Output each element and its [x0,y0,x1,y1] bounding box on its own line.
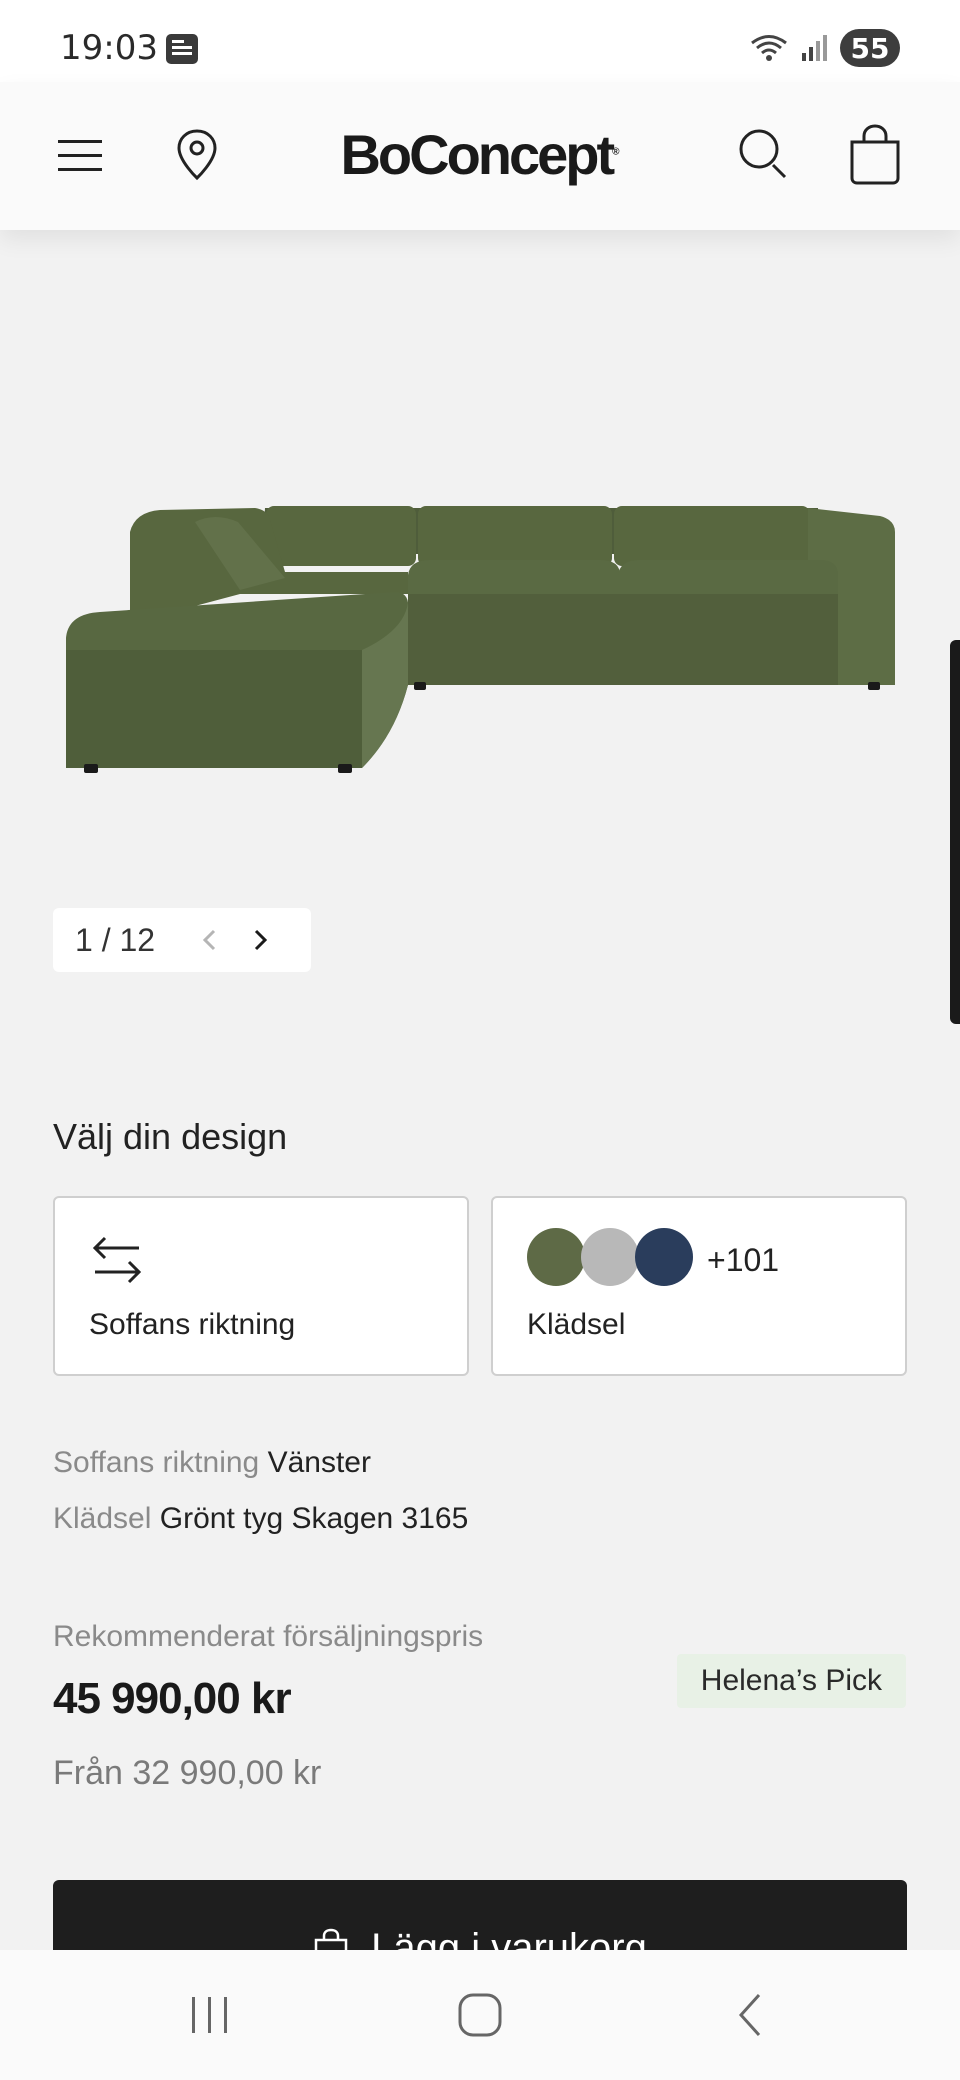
recent-apps-icon [192,1997,227,2033]
status-indicators: 55 [750,28,900,68]
gallery-counter: 1 / 12 [75,921,156,958]
direction-option-label: Soffans riktning [89,1308,296,1341]
gallery-prev-button[interactable] [185,915,235,965]
upholstery-option-card[interactable]: +101 Klädsel [491,1196,907,1376]
status-time: 19:03 [60,28,158,68]
spec-direction: Soffans riktning Vänster [53,1446,371,1480]
direction-option-card[interactable]: Soffans riktning [53,1196,469,1376]
recent-apps-button[interactable] [170,1980,250,2050]
product-image[interactable] [0,230,960,850]
chevron-right-icon [254,929,268,951]
site-header: BoConcept® [0,82,960,230]
corner-sofa-image [66,506,895,773]
spec-value: Vänster [267,1446,371,1479]
price-label: Rekommenderat försäljningspris [53,1620,484,1653]
registered-mark: ® [612,146,620,158]
signal-icon [802,35,827,61]
battery-indicator: 55 [840,29,900,67]
arrows-left-right-icon [92,1236,142,1284]
fabric-swatch-blue [635,1228,693,1286]
back-icon [738,1993,761,2037]
search-button[interactable] [730,120,800,190]
home-button[interactable] [440,1980,520,2050]
brand-logo[interactable]: BoConcept® [0,122,960,187]
gallery-pager: 1 / 12 [53,908,311,972]
spec-key: Klädsel [53,1502,152,1535]
spec-key: Soffans riktning [53,1446,260,1479]
status-bar: 19:03 55 [0,0,960,82]
more-swatches-count: +101 [707,1242,780,1278]
cart-header-button[interactable] [840,120,910,190]
price-from: Från 32 990,00 kr [53,1754,322,1792]
design-section-title: Välj din design [53,1116,288,1157]
notification-app-icon [166,34,198,64]
scroll-indicator[interactable] [950,640,960,1024]
shopping-bag-icon [850,124,900,185]
gallery-next-button[interactable] [235,915,285,965]
picks-badge: Helena’s Pick [676,1654,906,1708]
brand-name: BoConcept [340,123,615,186]
home-icon [458,1993,502,2037]
wifi-icon [751,35,787,61]
search-icon [739,129,787,179]
spec-upholstery: Klädsel Grönt tyg Skagen 3165 [53,1502,468,1536]
chevron-left-icon [202,929,216,951]
fabric-swatch-green [527,1228,585,1286]
system-nav-bar [0,1950,960,2080]
price-value: 45 990,00 kr [53,1674,292,1723]
spec-value: Grönt tyg Skagen 3165 [159,1502,469,1535]
upholstery-option-label: Klädsel [527,1308,626,1341]
fabric-swatch-grey [581,1228,639,1286]
back-button[interactable] [710,1980,790,2050]
